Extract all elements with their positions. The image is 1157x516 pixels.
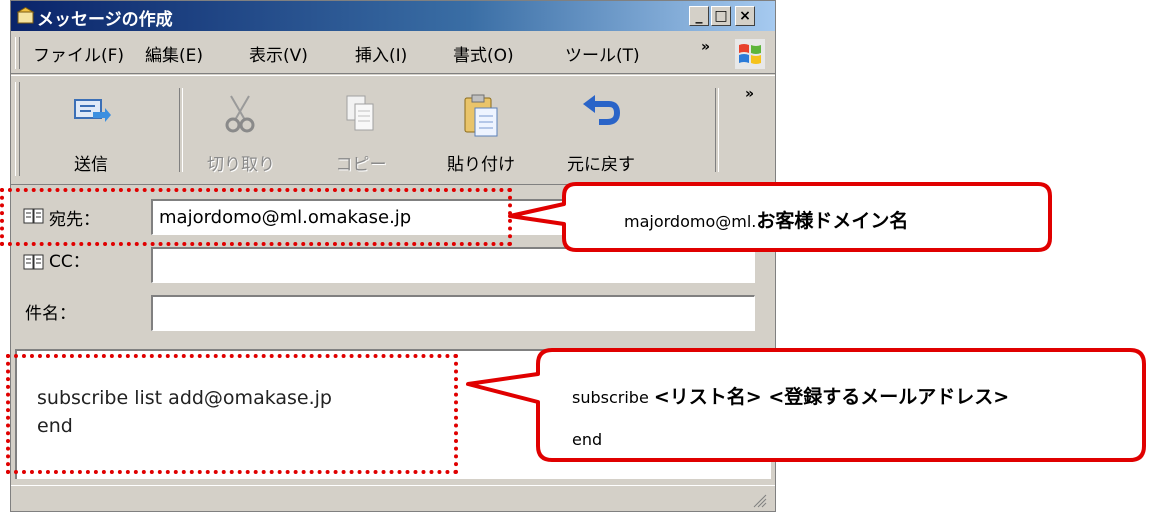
toolbar-separator xyxy=(715,88,719,172)
undo-icon xyxy=(583,95,621,125)
paste-label: 貼り付け xyxy=(447,155,515,175)
callout-body-line1: subscribe <リスト名> <登録するメールアドレス> xyxy=(572,382,1009,409)
callout-body-prefix: subscribe xyxy=(572,388,654,407)
to-field-highlight xyxy=(0,188,512,246)
toolbar-separator xyxy=(179,88,183,172)
body-highlight xyxy=(6,354,458,474)
subject-field[interactable] xyxy=(151,295,755,331)
menu-tools[interactable]: ツール(T) xyxy=(565,41,640,66)
send-icon xyxy=(74,99,111,122)
status-bar xyxy=(11,485,775,512)
copy-icon xyxy=(346,95,374,131)
envelope-icon xyxy=(17,7,35,24)
menu-insert[interactable]: 挿入(I) xyxy=(355,41,407,66)
subject-label: 件名： xyxy=(25,304,76,324)
copy-button[interactable]: コピー xyxy=(311,88,411,175)
menu-format[interactable]: 書式(O) xyxy=(453,41,514,66)
cut-button[interactable]: 切り取り xyxy=(191,88,291,175)
menu-view[interactable]: 表示(V) xyxy=(249,41,308,66)
paste-button[interactable]: 貼り付け xyxy=(431,88,531,175)
maximize-button[interactable]: □ xyxy=(711,6,731,26)
menu-grip xyxy=(15,37,20,69)
menu-file[interactable]: ファイル(F) xyxy=(33,41,124,66)
cut-label: 切り取り xyxy=(207,155,275,175)
send-button[interactable]: 送信 xyxy=(41,88,141,175)
title-bar[interactable]: メッセージの作成 _ □ × xyxy=(11,1,775,31)
copy-label: コピー xyxy=(335,155,387,175)
toolbar: 送信 切り取り コピー 貼り付け 元に戻す » xyxy=(11,75,775,185)
close-button[interactable]: × xyxy=(735,6,755,26)
cc-label: CC： xyxy=(49,252,90,272)
send-label: 送信 xyxy=(74,155,108,175)
window-title: メッセージの作成 xyxy=(37,10,173,30)
scissors-icon xyxy=(225,95,255,133)
undo-button[interactable]: 元に戻す xyxy=(551,88,651,175)
menu-bar: ファイル(F) 編集(E) 表示(V) 挿入(I) 書式(O) ツール(T) » xyxy=(11,33,775,74)
paste-icon xyxy=(464,94,498,137)
toolbar-grip xyxy=(15,82,20,176)
menu-overflow-chevron[interactable]: » xyxy=(701,39,710,55)
windows-logo-icon xyxy=(735,39,765,69)
address-book-icon[interactable] xyxy=(23,253,45,271)
resize-grip-icon[interactable] xyxy=(751,492,767,508)
minimize-button[interactable]: _ xyxy=(689,6,709,26)
toolbar-overflow-chevron[interactable]: » xyxy=(745,86,754,102)
undo-label: 元に戻す xyxy=(567,155,635,175)
callout-to-text: majordomo@ml.お客様ドメイン名 xyxy=(624,206,908,233)
callout-body-line2: end xyxy=(572,430,603,449)
callout-to-prefix: majordomo@ml. xyxy=(624,212,757,231)
menu-edit[interactable]: 編集(E) xyxy=(145,41,203,66)
callout-to-bold: お客様ドメイン名 xyxy=(756,210,909,232)
callout-body-bold: <リスト名> <登録するメールアドレス> xyxy=(653,386,1010,408)
